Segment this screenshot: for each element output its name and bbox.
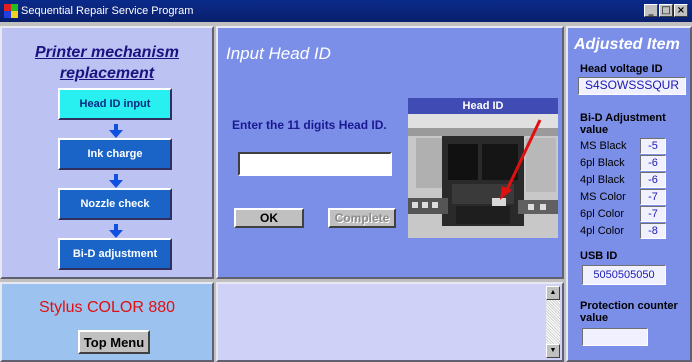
down-arrow-icon xyxy=(109,224,123,238)
photo-label: Head ID xyxy=(408,98,558,114)
bid-name-6pl-black: 6pl Black xyxy=(580,157,625,169)
printer-head-image xyxy=(408,114,558,238)
head-id-prompt: Enter the 11 digits Head ID. xyxy=(232,118,387,132)
usb-id-value: 5050505050 xyxy=(582,265,666,285)
adjusted-title: Adjusted Item xyxy=(574,36,680,53)
main-panel: Input Head ID Enter the 11 digits Head I… xyxy=(216,26,564,279)
minimize-button[interactable]: _ xyxy=(644,4,658,17)
head-voltage-value: S4SOWSSSQUR xyxy=(578,77,686,95)
down-arrow-icon xyxy=(109,174,123,188)
steps-title: Printer mechanism replacement xyxy=(2,42,212,84)
maximize-button[interactable]: □ xyxy=(659,4,673,17)
page-title: Input Head ID xyxy=(226,44,331,63)
steps-title-line2: replacement xyxy=(59,65,155,82)
steps-title-line1: Printer mechanism xyxy=(34,44,180,61)
adjusted-panel: Adjusted Item Head voltage ID S4SOWSSSQU… xyxy=(566,26,692,362)
usb-id-label: USB ID xyxy=(580,250,618,262)
top-menu-button[interactable]: Top Menu xyxy=(78,330,150,354)
steps-panel: Printer mechanism replacement Head ID in… xyxy=(0,26,214,279)
bid-name-ms-color: MS Color xyxy=(580,191,626,203)
window-title: Sequential Repair Service Program xyxy=(21,5,194,17)
scroll-up-icon[interactable]: ▲ xyxy=(546,286,560,300)
bid-value-6pl-color: -7 xyxy=(640,206,666,222)
log-panel: ▲ ▼ xyxy=(216,282,564,362)
title-bar: Sequential Repair Service Program _ □ × xyxy=(0,0,692,22)
complete-button[interactable]: Complete xyxy=(328,208,396,228)
head-id-photo: Head ID xyxy=(408,98,558,238)
bid-name-4pl-black: 4pl Black xyxy=(580,174,625,186)
ok-button[interactable]: OK xyxy=(234,208,304,228)
close-button[interactable]: × xyxy=(674,4,688,17)
step-nozzle-check[interactable]: Nozzle check xyxy=(58,188,172,220)
bid-value-ms-black: -5 xyxy=(640,138,666,154)
bid-name-4pl-color: 4pl Color xyxy=(580,225,625,237)
protection-counter-value xyxy=(582,328,648,346)
bid-adjustment-label-line2: value xyxy=(580,124,609,136)
bid-value-6pl-black: -6 xyxy=(640,155,666,171)
scroll-down-icon[interactable]: ▼ xyxy=(546,344,560,358)
bid-value-4pl-black: -6 xyxy=(640,172,666,188)
bid-name-ms-black: MS Black xyxy=(580,140,627,152)
bid-value-ms-color: -7 xyxy=(640,189,666,205)
head-id-input[interactable] xyxy=(238,152,392,176)
head-voltage-label: Head voltage ID xyxy=(580,63,663,75)
step-ink-charge[interactable]: Ink charge xyxy=(58,138,172,170)
app-icon xyxy=(4,4,18,18)
bid-value-4pl-color: -8 xyxy=(640,223,666,239)
complete-button-label: Complete xyxy=(334,211,390,225)
model-name: Stylus COLOR 880 xyxy=(38,299,176,316)
log-scrollbar[interactable]: ▲ ▼ xyxy=(546,286,560,358)
model-panel: Stylus COLOR 880 Top Menu xyxy=(0,282,214,362)
bid-name-6pl-color: 6pl Color xyxy=(580,208,625,220)
step-bid-adjustment[interactable]: Bi-D adjustment xyxy=(58,238,172,270)
protection-counter-label-line2: value xyxy=(580,312,609,324)
step-head-id-input[interactable]: Head ID input xyxy=(58,88,172,120)
bid-adjustment-label-line1: Bi-D Adjustment xyxy=(580,112,666,124)
down-arrow-icon xyxy=(109,124,123,138)
protection-counter-label-line1: Protection counter xyxy=(580,300,678,312)
